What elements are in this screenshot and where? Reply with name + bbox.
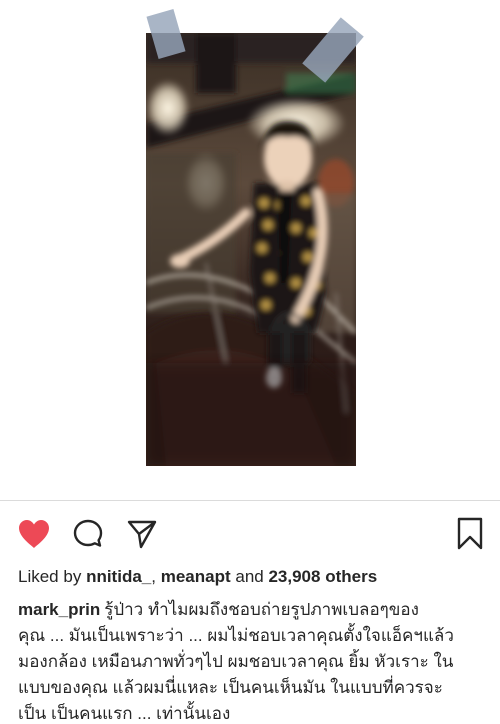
likes-separator: , xyxy=(151,567,156,586)
caption-line: เป็น เป็นคนแรก ... เท่านั้นเอง xyxy=(18,704,231,723)
likes-prefix: Liked by xyxy=(18,567,82,586)
post-caption: mark_prin รู้ป่าว ทำไมผมถึงชอบถ่ายรูปภาพเ… xyxy=(18,597,484,724)
share-button[interactable] xyxy=(124,516,160,552)
caption-line: mark_prin รู้ป่าว ทำไมผมถึงชอบถ่ายรูปภาพเ… xyxy=(18,597,484,623)
instagram-post: Liked by nnitida_, meanapt and 23,908 ot… xyxy=(0,0,500,724)
liker-username-2[interactable]: meanapt xyxy=(161,567,231,586)
caption-text: รู้ป่าว ทำไมผมถึงชอบถ่ายรูปภาพเบลอๆของ xyxy=(104,600,419,619)
save-button[interactable] xyxy=(452,516,488,552)
caption-line: คุณ ... มันเป็นเพราะว่า ... ผมไม่ชอบเวลา… xyxy=(18,626,454,645)
polaroid-photo xyxy=(146,33,356,466)
likes-conjunction: and xyxy=(235,567,264,586)
likes-count[interactable]: 23,908 others xyxy=(268,567,377,586)
caption-line: มองกล้อง เหมือนภาพทั่วๆไป ผมชอบเวลาคุณ ย… xyxy=(18,652,454,671)
likes-summary: Liked by nnitida_, meanapt and 23,908 ot… xyxy=(18,566,488,588)
heart-filled-icon xyxy=(19,520,49,548)
caption-username[interactable]: mark_prin xyxy=(18,600,100,619)
comment-button[interactable] xyxy=(70,516,106,552)
blurred-staircase-photo xyxy=(146,33,356,466)
bookmark-icon xyxy=(457,517,483,550)
post-media[interactable] xyxy=(0,0,500,501)
comment-bubble-icon xyxy=(73,519,103,547)
like-button[interactable] xyxy=(16,516,52,552)
caption-line: แบบของคุณ แล้วผมนี่แหละ เป็นคนเห็นมัน ใน… xyxy=(18,678,443,697)
paper-plane-icon xyxy=(127,520,157,549)
post-action-bar xyxy=(0,510,500,556)
liker-username-1[interactable]: nnitida_ xyxy=(86,567,151,586)
